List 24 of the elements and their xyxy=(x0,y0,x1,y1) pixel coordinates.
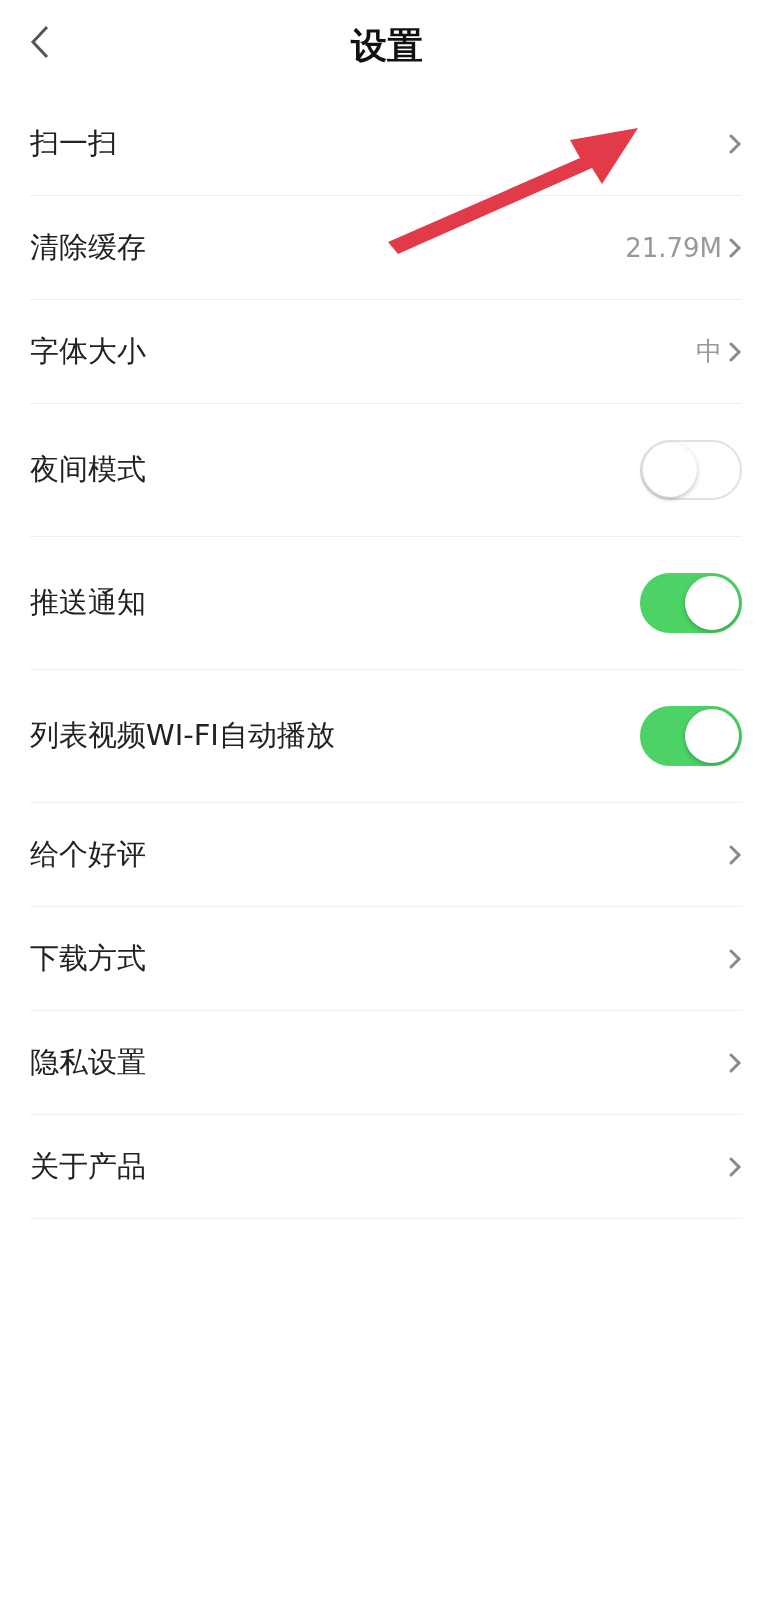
setting-label[interactable]: 下载方式 xyxy=(30,938,146,979)
setting-label[interactable]: 给个好评 xyxy=(30,834,146,875)
chevron-right-icon xyxy=(728,843,742,866)
chevron-right-icon xyxy=(728,340,742,363)
chevron-right-icon xyxy=(728,947,742,970)
chevron-right-icon xyxy=(728,132,742,155)
setting-label[interactable]: 隐私设置 xyxy=(30,1042,146,1083)
chevron-right-icon xyxy=(728,1051,742,1074)
setting-value: 中 xyxy=(696,335,722,368)
setting-label[interactable]: 字体大小 xyxy=(30,331,146,372)
setting-label[interactable]: 关于产品 xyxy=(30,1146,146,1187)
chevron-right-icon xyxy=(728,236,742,259)
setting-label[interactable]: 扫一扫 xyxy=(30,123,117,164)
page-title: 设置 xyxy=(351,23,423,68)
setting-label: 推送通知 xyxy=(30,584,146,621)
back-icon xyxy=(30,25,50,59)
setting-value: 21.79M xyxy=(625,232,722,263)
setting-label[interactable]: 清除缓存 xyxy=(30,227,146,268)
setting-label: 列表视频WI-FI自动播放 xyxy=(30,717,335,754)
toggle-switch[interactable] xyxy=(640,706,742,766)
toggle-switch[interactable] xyxy=(640,440,742,500)
chevron-right-icon xyxy=(728,1155,742,1178)
setting-label: 夜间模式 xyxy=(30,451,146,488)
toggle-switch[interactable] xyxy=(640,573,742,633)
